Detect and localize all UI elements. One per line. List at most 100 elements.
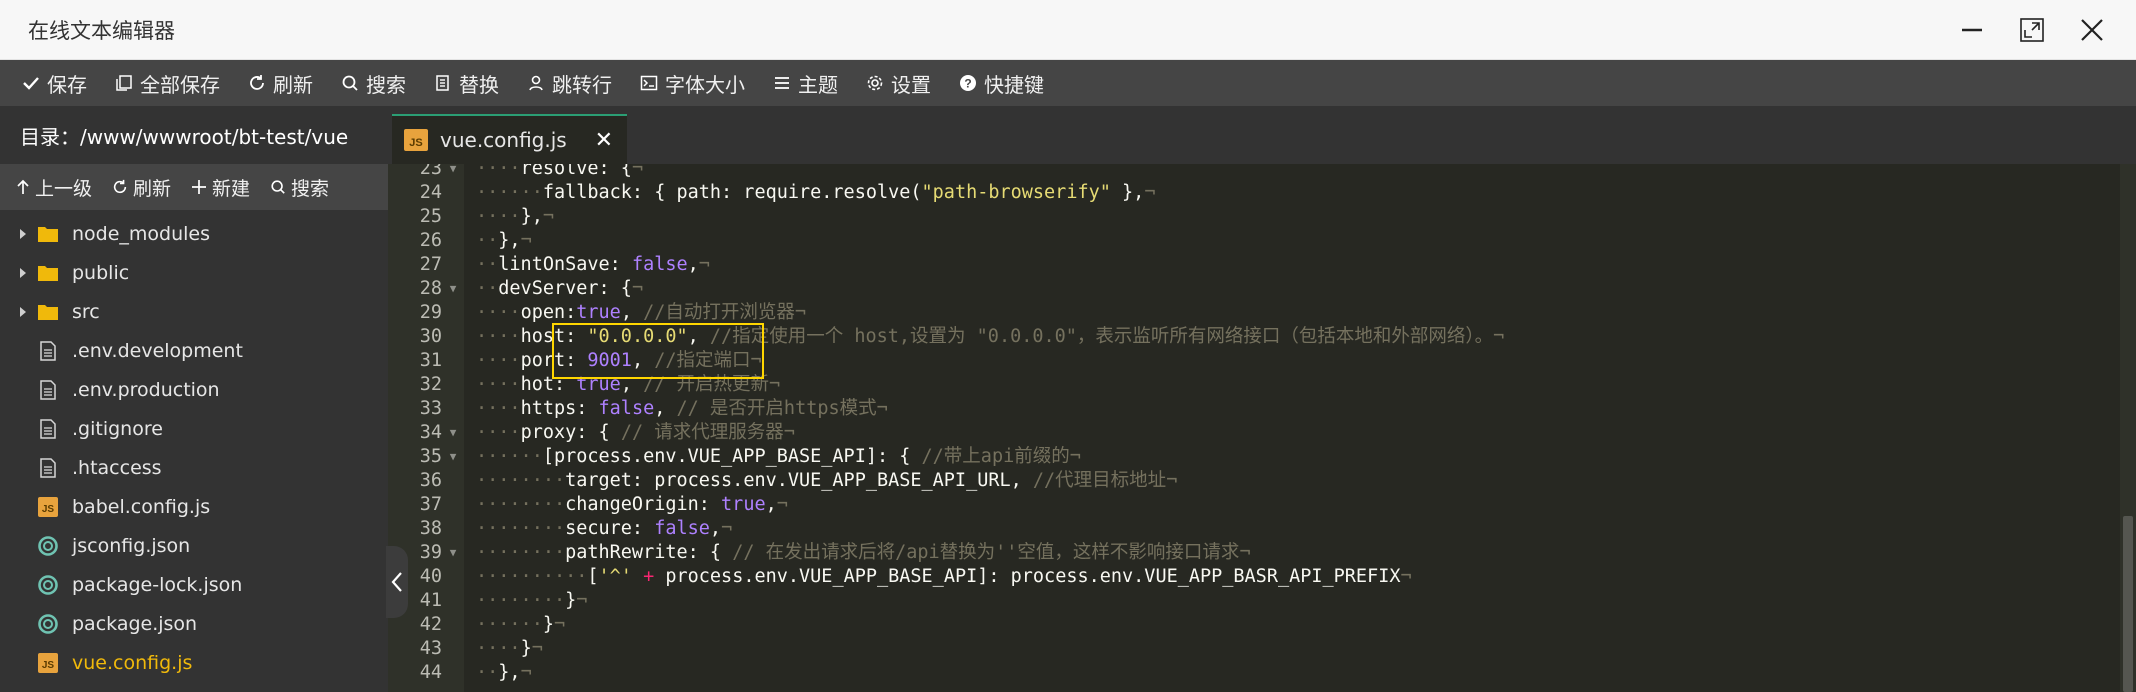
code-line[interactable]: 31 ····port: 9001, //指定端口¬ <box>388 349 2120 373</box>
fold-toggle-icon[interactable]: ▼ <box>442 164 464 181</box>
folder-icon <box>36 301 60 323</box>
code-token: ·· <box>476 254 499 275</box>
file-tree-item-jsconfig-json[interactable]: jsconfig.json <box>0 526 388 565</box>
code-token: } <box>542 614 554 635</box>
file-tree-item-public[interactable]: public <box>0 253 388 292</box>
settings-button[interactable]: 设置 <box>852 60 945 106</box>
code-line[interactable]: 27 ··lintOnSave: false,¬ <box>388 253 2120 277</box>
caret-right-icon[interactable] <box>10 267 36 279</box>
code-token: }, <box>498 662 521 683</box>
code-line[interactable]: 38 ········secure: false,¬ <box>388 517 2120 541</box>
arrow-up-icon <box>17 179 29 194</box>
parent-dir-button[interactable]: 上一级 <box>6 164 102 210</box>
file-tree-item-vue-config-js[interactable]: JS vue.config.js <box>0 643 388 682</box>
refresh-button[interactable]: 刷新 <box>234 60 327 106</box>
caret-right-icon[interactable] <box>10 306 36 318</box>
file-tree-item-dot-env-development[interactable]: .env.development <box>0 331 388 370</box>
code-token: process.env.VUE_APP_BASE_API]: process.e… <box>654 566 1401 587</box>
file-tree-item-dot-env-production[interactable]: .env.production <box>0 370 388 409</box>
vertical-scrollbar[interactable] <box>2120 164 2136 692</box>
code-line[interactable]: 24 ······fallback: { path: require.resolv… <box>388 181 2120 205</box>
code-line[interactable]: 39 ▼ ········pathRewrite: { // 在发出请求后将/api… <box>388 541 2120 565</box>
code-line[interactable]: 43 ····}¬ <box>388 637 2120 661</box>
minimize-button[interactable] <box>1942 0 2002 60</box>
code-editor[interactable]: 23 ▼ ····resolve: {¬ 24 ······fallback: { pa… <box>388 164 2136 692</box>
tab-label: vue.config.js <box>440 128 567 152</box>
file-tree-item-package-json[interactable]: package.json <box>0 604 388 643</box>
caret-right-icon[interactable] <box>10 228 36 240</box>
search-button[interactable]: 搜索 <box>327 60 420 106</box>
code-token: resolve: { <box>520 164 632 179</box>
shortcuts-button[interactable]: ? 快捷键 <box>945 60 1058 106</box>
file-tree-item-babel-config-js[interactable]: JS babel.config.js <box>0 487 388 526</box>
file-name: .env.production <box>72 378 220 401</box>
code-line[interactable]: 41 ········}¬ <box>388 589 2120 613</box>
code-line[interactable]: 28 ▼ ··devServer: {¬ <box>388 277 2120 301</box>
maximize-button[interactable] <box>2002 0 2062 60</box>
code-line[interactable]: 25 ····},¬ <box>388 205 2120 229</box>
code-line[interactable]: 34 ▼ ····proxy: { // 请求代理服务器¬ <box>388 421 2120 445</box>
code-line[interactable]: 44 ··},¬ <box>388 661 2120 685</box>
code-text: ····host: "0.0.0.0", //指定使用一个 host,设置为 "… <box>464 325 1504 349</box>
file-tree-item-src[interactable]: src <box>0 292 388 331</box>
new-file-button[interactable]: 新建 <box>181 164 260 210</box>
sidebar-refresh-button[interactable]: 刷新 <box>102 164 181 210</box>
code-text: ········target: process.env.VUE_APP_BASE… <box>464 469 1177 493</box>
code-token: proxy: { <box>520 422 621 443</box>
save-button[interactable]: 保存 <box>8 60 101 106</box>
file-tree-item-node_modules[interactable]: node_modules <box>0 214 388 253</box>
code-line[interactable]: 23 ▼ ····resolve: {¬ <box>388 164 2120 181</box>
close-button[interactable] <box>2062 0 2122 60</box>
tab-close-icon[interactable]: ✕ <box>595 128 613 153</box>
code-line[interactable]: 36 ········target: process.env.VUE_APP_BA… <box>388 469 2120 493</box>
line-number: 24 <box>419 182 442 203</box>
code-line[interactable]: 30 ····host: "0.0.0.0", //指定使用一个 host,设置为… <box>388 325 2120 349</box>
scrollbar-thumb[interactable] <box>2123 516 2133 692</box>
theme-button[interactable]: 主题 <box>759 60 852 106</box>
code-token: ···· <box>476 422 521 443</box>
fold-toggle-icon[interactable]: ▼ <box>442 445 464 469</box>
line-number: 43 <box>419 638 442 659</box>
file-tree-item-dot-gitignore[interactable]: .gitignore <box>0 409 388 448</box>
code-line[interactable]: 29 ····open:true, //自动打开浏览器¬ <box>388 301 2120 325</box>
code-text: ······}¬ <box>464 613 565 637</box>
code-token: ········ <box>476 470 566 491</box>
sidebar-refresh-label: 刷新 <box>133 177 172 200</box>
json-file-icon <box>36 613 60 635</box>
fold-toggle-icon[interactable]: ▼ <box>442 277 464 301</box>
sidebar-search-button[interactable]: 搜索 <box>260 164 339 210</box>
svg-text:?: ? <box>964 77 971 91</box>
file-tree-item-dot-htaccess[interactable]: .htaccess <box>0 448 388 487</box>
code-line[interactable]: 40 ··········['^' + process.env.VUE_APP_B… <box>388 565 2120 589</box>
replace-button[interactable]: 替换 <box>420 60 513 106</box>
goto-line-button[interactable]: 跳转行 <box>513 60 626 106</box>
fold-toggle-icon[interactable]: ▼ <box>442 421 464 445</box>
code-line[interactable]: 35 ▼ ······[process.env.VUE_APP_BASE_API]:… <box>388 445 2120 469</box>
code-line[interactable]: 42 ······}¬ <box>388 613 2120 637</box>
code-line[interactable]: 33 ····https: false, // 是否开启https模式¬ <box>388 397 2120 421</box>
file-tree-item-package-lock-json[interactable]: package-lock.json <box>0 565 388 604</box>
code-token: '^' <box>598 566 632 587</box>
file-name: package-lock.json <box>72 573 243 596</box>
svg-text:JS: JS <box>409 137 422 149</box>
gear-icon <box>867 75 883 91</box>
collapse-sidebar-handle[interactable] <box>386 546 408 618</box>
line-number: 37 <box>419 494 442 515</box>
code-token: // 是否开启https模式 <box>676 398 877 419</box>
code-text: ········secure: false,¬ <box>464 517 732 541</box>
fold-toggle-icon[interactable]: ▼ <box>442 541 464 565</box>
code-token: // 在发出请求后将/api替换为''空值，这样不影响接口请求 <box>732 542 1240 563</box>
save-all-button[interactable]: 全部保存 <box>101 60 234 106</box>
code-line[interactable]: 26 ··},¬ <box>388 229 2120 253</box>
sidebar-search-label: 搜索 <box>291 177 330 200</box>
code-line[interactable]: 32 ····hot: true, // 开启热更新¬ <box>388 373 2120 397</box>
code-line[interactable]: 37 ········changeOrigin: true,¬ <box>388 493 2120 517</box>
line-number: 28 <box>419 278 442 299</box>
font-size-button[interactable]: 字体大小 <box>626 60 759 106</box>
code-text: ····https: false, // 是否开启https模式¬ <box>464 397 888 421</box>
code-token: ¬ <box>1493 326 1505 347</box>
tab-vue-config[interactable]: JS vue.config.js ✕ <box>392 114 627 164</box>
